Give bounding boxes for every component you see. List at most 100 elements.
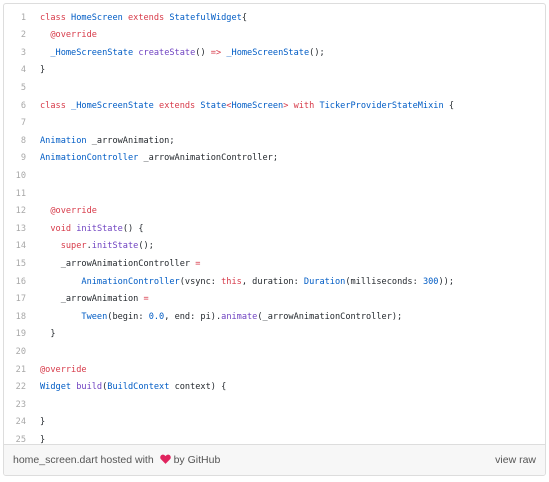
code-line: 11 (4, 186, 545, 204)
code-token: @override (50, 30, 97, 41)
code-token: () (195, 47, 211, 58)
code-line: 23 (4, 397, 545, 415)
gist-embed: 1 class HomeScreen extends StatefulWidget… (3, 3, 546, 476)
line-number: 8 (20, 135, 26, 146)
line-number: 6 (20, 100, 26, 111)
line-text: class HomeScreen extends StatefulWidget{ (40, 10, 247, 28)
line-number: 1 (20, 12, 26, 23)
code-line: 15 _arrowAnimationController = (4, 256, 545, 274)
line-text: AnimationController(vsync: this, duratio… (40, 274, 454, 292)
code-token: = (195, 258, 201, 269)
line-number: 5 (20, 82, 26, 93)
code-line: 3 _HomeScreenState createState() => _Hom… (4, 45, 545, 63)
code-token: extends (122, 12, 170, 23)
code-line: 16 AnimationController(vsync: this, dura… (4, 274, 545, 292)
code-token: > with (283, 100, 320, 111)
code-token: Duration (303, 276, 346, 287)
code-token: (vsync: (179, 276, 222, 287)
line-number: 22 (15, 382, 26, 393)
code-token: (); (309, 47, 325, 58)
line-number: 7 (20, 118, 26, 129)
line-number: 24 (15, 417, 26, 428)
line-text: Tween(begin: 0.0, end: pi).animate(_arro… (40, 309, 402, 327)
code-line: 22 Widget build(BuildContext context) { (4, 379, 545, 397)
heart-icon (159, 454, 171, 464)
line-number: 11 (15, 188, 26, 199)
filename-link[interactable]: home_screen.dart (13, 454, 98, 466)
code-token: } (40, 65, 46, 76)
code-line: 2 @override (4, 27, 545, 45)
code-block: 1 class HomeScreen extends StatefulWidget… (4, 4, 545, 445)
code-token: { (443, 100, 454, 111)
view-raw-link[interactable]: view raw (495, 454, 536, 466)
code-token: class (40, 100, 72, 111)
line-number: 23 (15, 399, 26, 410)
line-text: _arrowAnimationController = (40, 256, 201, 274)
code-token: extends (153, 100, 201, 111)
code-token: super (60, 241, 87, 252)
footer-meta: home_screen.dart hosted with by GitHub (13, 454, 220, 466)
line-number: 9 (20, 153, 26, 164)
code-token: this (221, 276, 242, 287)
code-token: void (50, 223, 72, 234)
line-number: 18 (15, 311, 26, 322)
line-text: @override (40, 203, 97, 221)
code-token: _arrowAnimationController (40, 258, 196, 269)
code-token: AnimationController (40, 153, 139, 164)
code-token: _arrowAnimationController; (138, 153, 279, 164)
line-text: Widget build(BuildContext context) { (40, 379, 226, 397)
gist-footer: home_screen.dart hosted with by GitHub v… (4, 444, 545, 475)
code-line: 9 AnimationController _arrowAnimationCont… (4, 150, 545, 168)
line-text: } (40, 326, 55, 344)
code-token: build (76, 382, 103, 393)
code-token: (_arrowAnimationController); (257, 311, 403, 322)
code-token: _HomeScreenState (50, 47, 134, 58)
line-number: 16 (15, 276, 26, 287)
code-line: 1 class HomeScreen extends StatefulWidget… (4, 10, 545, 28)
code-line: 6 class _HomeScreenState extends State<Ho… (4, 98, 545, 116)
code-line: 20 (4, 344, 545, 362)
line-number: 3 (20, 47, 26, 58)
code-token: animate (221, 311, 258, 322)
code-token: HomeScreen (231, 100, 284, 111)
code-token: TickerProviderStateMixin (319, 100, 444, 111)
line-number: 10 (15, 170, 26, 181)
code-token: )); (438, 276, 454, 287)
line-number: 15 (15, 258, 26, 269)
code-token: () { (122, 223, 144, 234)
code-token: initState (76, 223, 123, 234)
line-text: _arrowAnimation = (40, 291, 149, 309)
github-link[interactable]: by GitHub (174, 454, 221, 466)
code-token: , end: pi). (164, 311, 222, 322)
code-token: Tween (81, 311, 108, 322)
code-token: createState (138, 47, 196, 58)
code-token: context) { (169, 382, 227, 393)
code-token: _HomeScreenState (226, 47, 310, 58)
line-text: } (40, 62, 45, 80)
code-line: 21 @override (4, 362, 545, 380)
code-line: 12 @override (4, 203, 545, 221)
code-token: Animation (40, 135, 87, 146)
line-number: 13 (15, 223, 26, 234)
line-text: @override (40, 27, 97, 45)
code-token: } (40, 417, 46, 428)
code-line: 13 void initState() { (4, 221, 545, 239)
hosted-with-text: hosted with (97, 454, 157, 466)
code-line: 19 } (4, 326, 545, 344)
line-text: void initState() { (40, 221, 144, 239)
code-token: = (143, 294, 149, 305)
line-number: 17 (15, 294, 26, 305)
code-token: (begin: (107, 311, 149, 322)
code-token: => (210, 47, 222, 58)
code-token: (milliseconds: (345, 276, 423, 287)
code-token: 300 (422, 276, 439, 287)
code-token: class (40, 12, 72, 23)
code-line: 8 Animation _arrowAnimation; (4, 133, 545, 151)
code-line: 18 Tween(begin: 0.0, end: pi).animate(_a… (4, 309, 545, 327)
code-token: @override (40, 364, 87, 375)
code-token: Widget (40, 382, 72, 393)
